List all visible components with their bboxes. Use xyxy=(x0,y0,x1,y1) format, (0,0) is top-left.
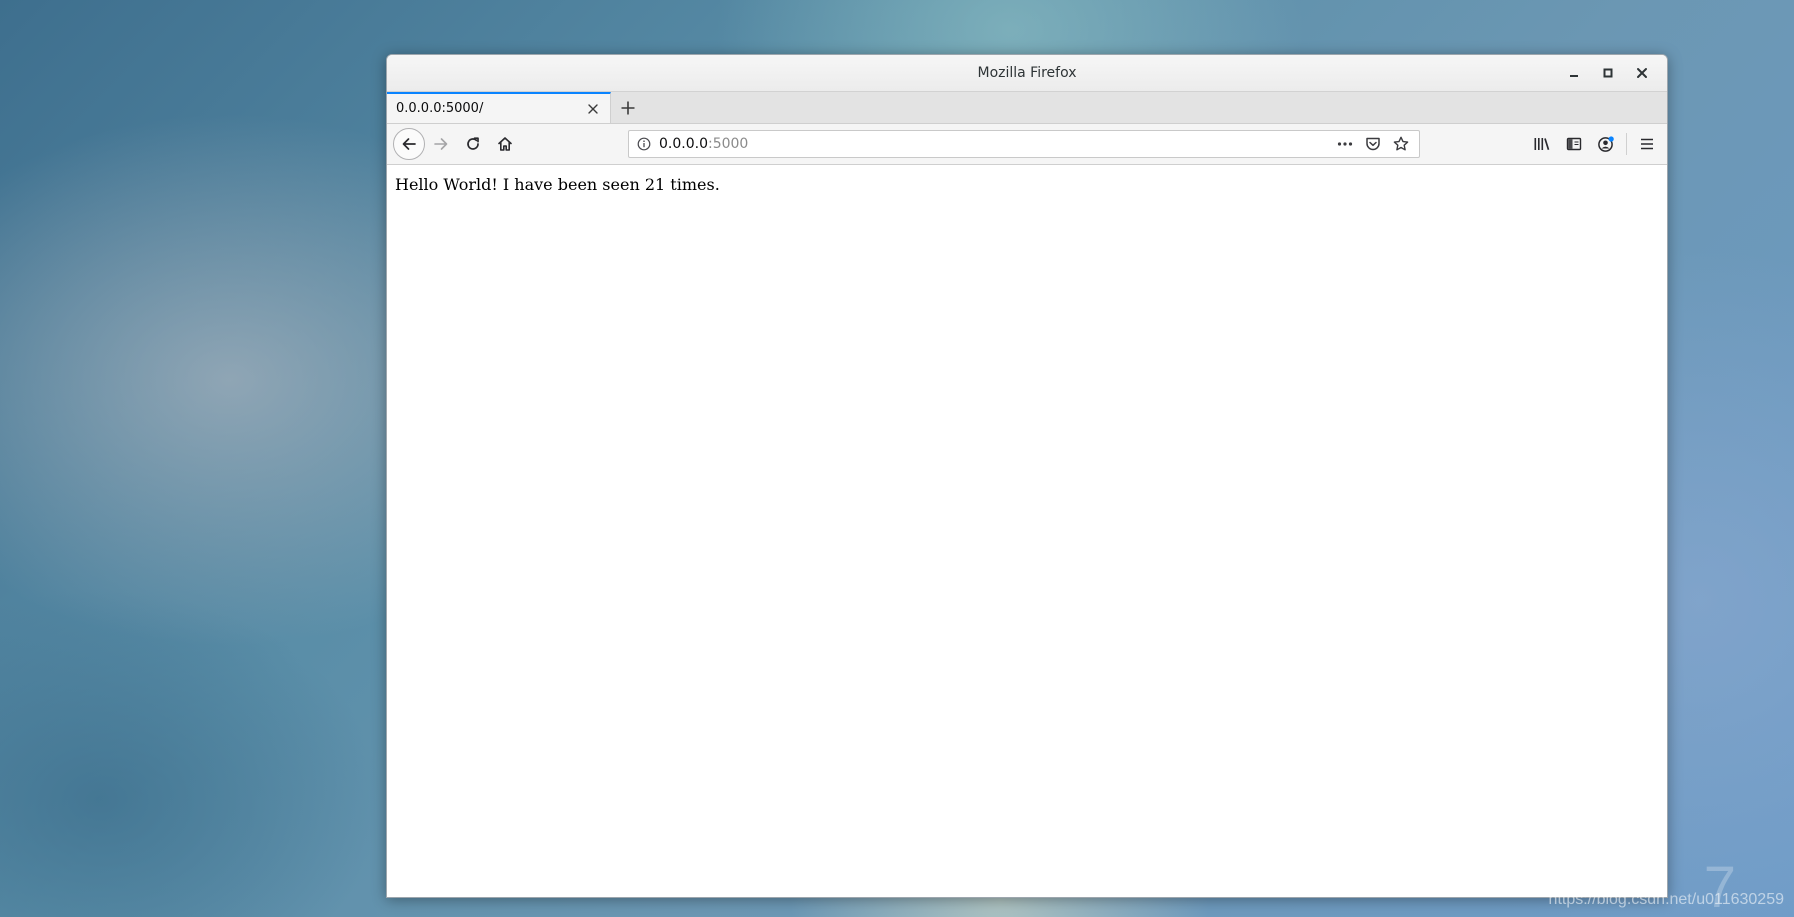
more-horizontal-icon xyxy=(1337,142,1353,146)
url-bar[interactable]: 0.0.0.0:5000 xyxy=(628,130,1420,158)
tab-close-button[interactable] xyxy=(584,100,602,118)
window-controls xyxy=(1557,55,1659,91)
watermark-text: https://blog.csdn.net/u011630259 xyxy=(1548,891,1784,908)
tab-label: 0.0.0.0:5000/ xyxy=(396,101,484,116)
minimize-icon xyxy=(1570,75,1578,77)
home-icon xyxy=(498,137,512,151)
reload-button[interactable] xyxy=(457,128,489,160)
maximize-icon xyxy=(1603,68,1613,78)
library-button[interactable] xyxy=(1526,128,1558,160)
title-bar[interactable]: Mozilla Firefox xyxy=(387,55,1667,92)
new-tab-button[interactable] xyxy=(611,92,645,123)
account-icon xyxy=(1598,136,1614,152)
site-info-button[interactable] xyxy=(629,137,659,151)
menu-button[interactable] xyxy=(1631,128,1663,160)
maximize-button[interactable] xyxy=(1591,55,1625,91)
url-port: :5000 xyxy=(707,136,749,152)
library-icon xyxy=(1534,138,1550,151)
window-title: Mozilla Firefox xyxy=(977,65,1077,81)
star-icon xyxy=(1393,136,1409,151)
toolbar-separator xyxy=(1626,133,1627,155)
minimize-button[interactable] xyxy=(1557,55,1591,91)
close-button[interactable] xyxy=(1625,55,1659,91)
arrow-left-icon xyxy=(402,138,416,150)
bookmark-button[interactable] xyxy=(1387,131,1415,157)
page-actions xyxy=(1331,131,1415,157)
url-host: 0.0.0.0 xyxy=(659,136,708,152)
back-button[interactable] xyxy=(393,128,425,160)
tab-active[interactable]: 0.0.0.0:5000/ xyxy=(387,92,611,123)
firefox-window: Mozilla Firefox 0.0.0.0:5000/ 0.0.0.0:50… xyxy=(386,54,1668,898)
sidebar-icon xyxy=(1566,137,1582,151)
page-actions-button[interactable] xyxy=(1331,131,1359,157)
info-icon xyxy=(637,137,651,151)
account-badge xyxy=(1608,136,1614,142)
arrow-right-icon xyxy=(434,138,448,150)
url-input[interactable]: 0.0.0.0:5000 xyxy=(659,136,1331,152)
reload-icon xyxy=(467,137,479,150)
account-button[interactable] xyxy=(1590,128,1622,160)
close-icon xyxy=(1637,68,1647,78)
tab-strip: 0.0.0.0:5000/ xyxy=(387,92,1667,124)
page-body-text: Hello World! I have been seen 21 times. xyxy=(395,175,720,194)
home-button[interactable] xyxy=(489,128,521,160)
plus-icon xyxy=(621,101,635,114)
hamburger-menu-icon xyxy=(1641,138,1653,150)
close-icon xyxy=(588,103,598,114)
sidebar-button[interactable] xyxy=(1558,128,1590,160)
page-content: Hello World! I have been seen 21 times. xyxy=(387,166,1667,897)
navigation-toolbar: 0.0.0.0:5000 xyxy=(387,124,1667,165)
desktop: Mozilla Firefox 0.0.0.0:5000/ 0.0.0.0:50… xyxy=(0,0,1794,917)
toolbar-right xyxy=(1526,128,1663,160)
pocket-button[interactable] xyxy=(1359,131,1387,157)
pocket-icon xyxy=(1366,137,1380,151)
forward-button[interactable] xyxy=(425,128,457,160)
